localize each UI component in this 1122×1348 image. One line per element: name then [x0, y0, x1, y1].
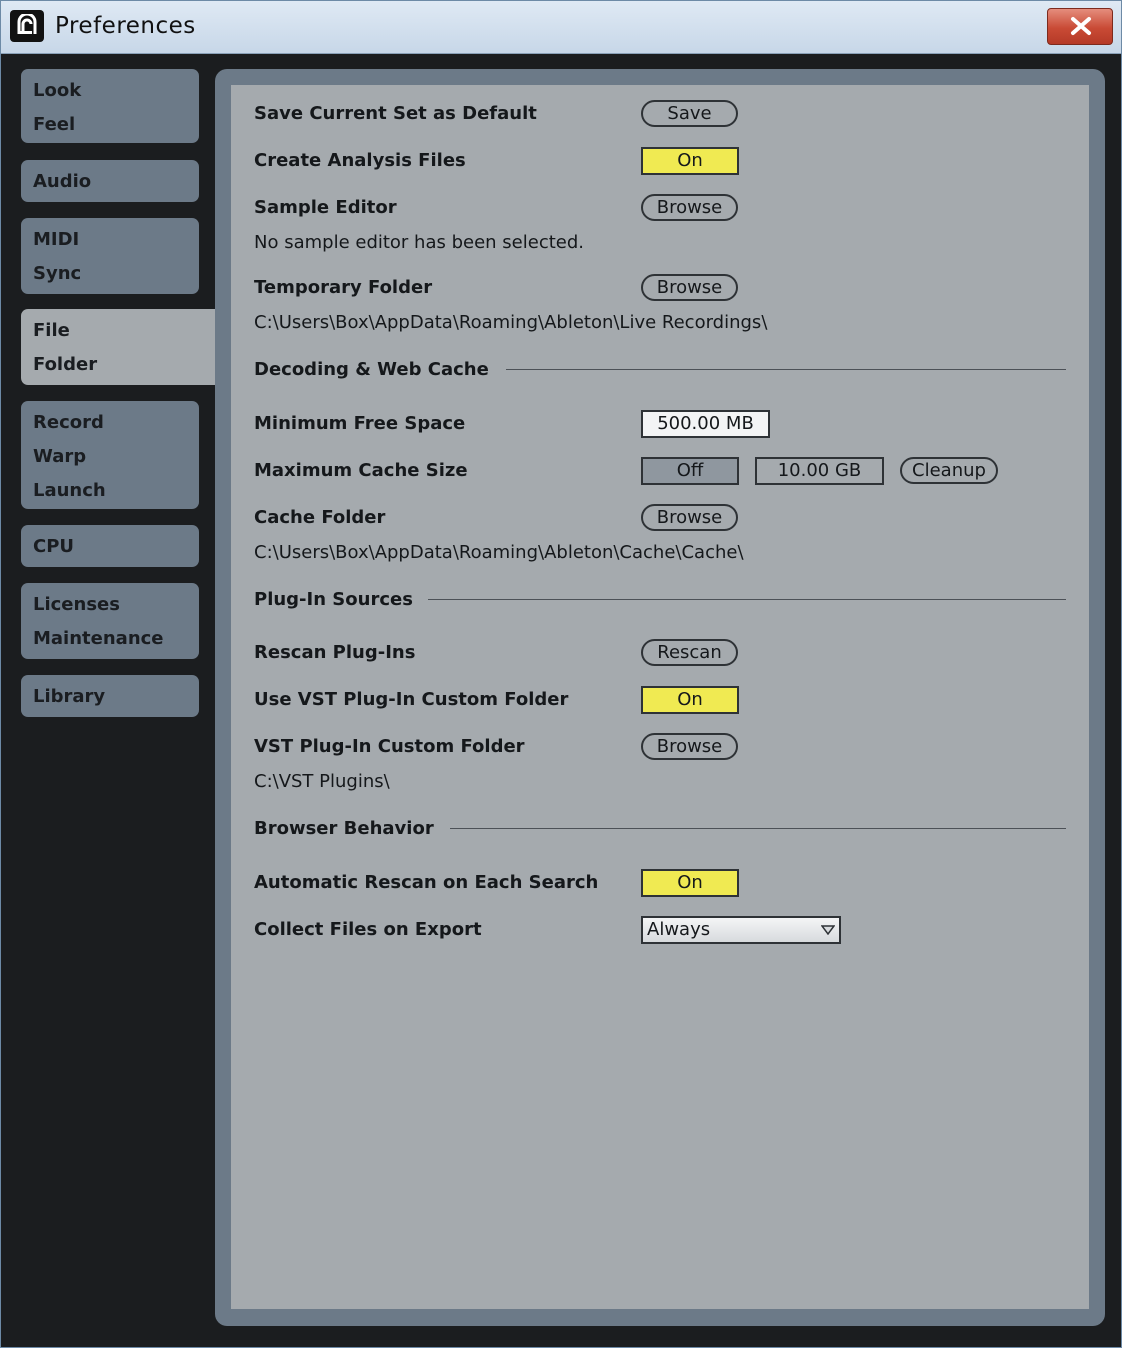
- rescan-plugins-label: Rescan Plug-Ins: [254, 642, 416, 663]
- close-button[interactable]: [1047, 8, 1113, 45]
- auto-rescan-toggle[interactable]: On: [641, 869, 739, 897]
- cache-folder-path: C:\Users\Box\AppData\Roaming\Ableton\Cac…: [254, 542, 744, 563]
- sidebar-item-label: Launch: [33, 480, 106, 501]
- sidebar-item-audio[interactable]: Audio: [21, 160, 199, 202]
- max-cache-size-label: Maximum Cache Size: [254, 460, 468, 481]
- sidebar-item-label: Look: [33, 80, 82, 101]
- vst-folder-path: C:\VST Plugins\: [254, 771, 390, 792]
- section-browser-behavior: Browser Behavior: [254, 818, 434, 839]
- sidebar-item-label: Folder: [33, 354, 98, 375]
- section-decoding-web-cache: Decoding & Web Cache: [254, 359, 489, 380]
- sidebar-item-cpu[interactable]: CPU: [21, 525, 199, 567]
- sidebar-item-midi-sync[interactable]: MIDI Sync: [21, 218, 199, 294]
- collect-files-label: Collect Files on Export: [254, 919, 482, 940]
- auto-rescan-label: Automatic Rescan on Each Search: [254, 872, 599, 893]
- sidebar-item-file-folder[interactable]: File Folder: [21, 309, 221, 385]
- sidebar-item-label: Record: [33, 412, 104, 433]
- collect-files-value: Always: [647, 919, 711, 940]
- sidebar-item-label: Warp: [33, 446, 87, 467]
- close-icon: [1071, 17, 1091, 35]
- cache-folder-browse-button[interactable]: Browse: [641, 504, 738, 531]
- cache-folder-label: Cache Folder: [254, 507, 386, 528]
- sidebar-item-label: Maintenance: [33, 628, 164, 649]
- window-title: Preferences: [55, 13, 196, 39]
- save-default-label: Save Current Set as Default: [254, 103, 537, 124]
- analysis-files-toggle[interactable]: On: [641, 147, 739, 175]
- temp-folder-label: Temporary Folder: [254, 277, 433, 298]
- sidebar-item-label: File: [33, 320, 70, 341]
- sidebar-item-label: Feel: [33, 114, 76, 135]
- preferences-window: Preferences Look Feel Audio MIDI Sync Fi…: [0, 0, 1122, 1348]
- section-divider: [506, 369, 1066, 370]
- sidebar-item-label: Audio: [33, 171, 92, 192]
- sample-editor-status: No sample editor has been selected.: [254, 232, 585, 253]
- rescan-button[interactable]: Rescan: [641, 639, 738, 666]
- vst-custom-folder-toggle[interactable]: On: [641, 686, 739, 714]
- analysis-files-label: Create Analysis Files: [254, 150, 466, 171]
- temp-folder-path: C:\Users\Box\AppData\Roaming\Ableton\Liv…: [254, 312, 768, 333]
- temp-folder-browse-button[interactable]: Browse: [641, 274, 738, 301]
- min-free-space-field[interactable]: 500.00 MB: [641, 410, 770, 438]
- title-bar[interactable]: Preferences: [1, 1, 1121, 54]
- vst-custom-folder-toggle-label: Use VST Plug-In Custom Folder: [254, 689, 569, 710]
- section-divider: [428, 599, 1066, 600]
- sidebar-item-label: Sync: [33, 263, 82, 284]
- min-free-space-label: Minimum Free Space: [254, 413, 466, 434]
- cleanup-button[interactable]: Cleanup: [900, 457, 998, 484]
- sidebar-item-look-feel[interactable]: Look Feel: [21, 69, 199, 143]
- sidebar-item-label: CPU: [33, 536, 75, 557]
- section-divider: [450, 828, 1066, 829]
- section-plugin-sources: Plug-In Sources: [254, 589, 413, 610]
- vst-custom-folder-label: VST Plug-In Custom Folder: [254, 736, 525, 757]
- sample-editor-label: Sample Editor: [254, 197, 397, 218]
- sample-editor-browse-button[interactable]: Browse: [641, 194, 738, 221]
- ableton-logo-icon: [10, 10, 44, 42]
- sidebar-item-library[interactable]: Library: [21, 675, 199, 717]
- collect-files-dropdown[interactable]: Always: [641, 916, 841, 944]
- sidebar-item-label: Licenses: [33, 594, 120, 615]
- sidebar-item-label: MIDI: [33, 229, 80, 250]
- max-cache-toggle[interactable]: Off: [641, 457, 739, 485]
- save-button[interactable]: Save: [641, 100, 738, 127]
- sidebar-item-record-warp-launch[interactable]: Record Warp Launch: [21, 401, 199, 509]
- sidebar-item-label: Library: [33, 686, 106, 707]
- max-cache-size-field[interactable]: 10.00 GB: [755, 457, 884, 485]
- chevron-down-icon: [821, 925, 835, 935]
- vst-folder-browse-button[interactable]: Browse: [641, 733, 738, 760]
- sidebar-item-licenses-maintenance[interactable]: Licenses Maintenance: [21, 583, 199, 659]
